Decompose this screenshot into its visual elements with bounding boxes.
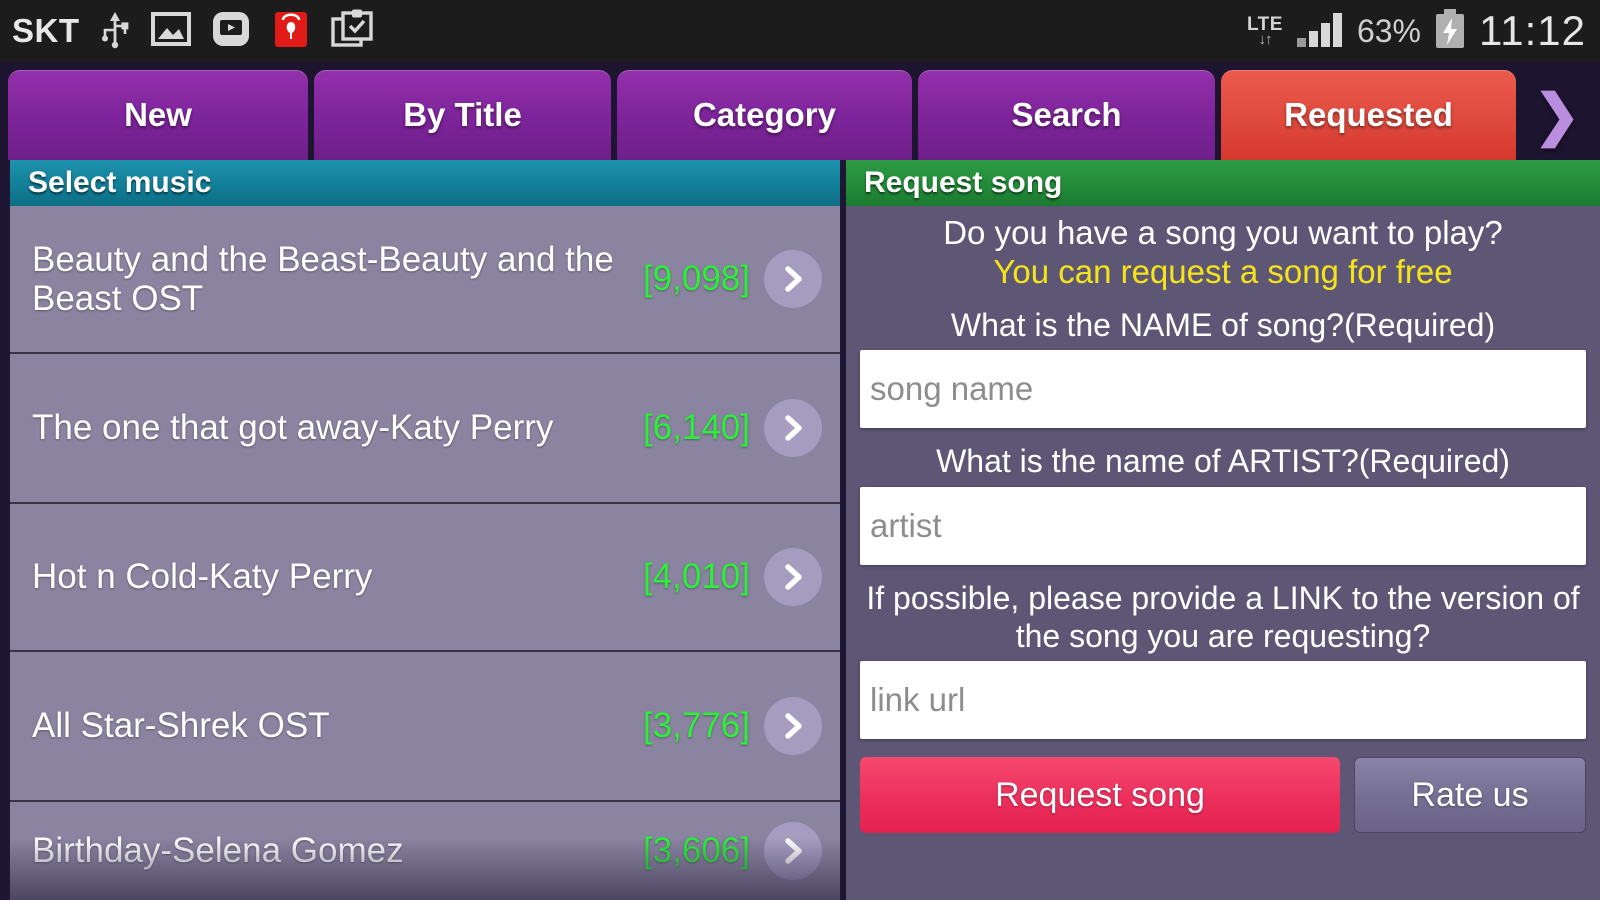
lead-question: Do you have a song you want to play? (943, 214, 1503, 251)
song-request-count: [3,776] (642, 706, 750, 745)
list-item[interactable]: Hot n Cold-Katy Perry [4,010] (10, 504, 840, 652)
song-title: Beauty and the Beast-Beauty and the Beas… (32, 239, 614, 318)
form-actions: Request song Rate us (860, 757, 1586, 834)
song-request-count: [6,140] (642, 408, 750, 447)
link-url-label: If possible, please provide a LINK to th… (866, 579, 1580, 655)
chevron-right-icon[interactable]: ❯ (1522, 70, 1592, 160)
request-song-button[interactable]: Request song (860, 757, 1340, 834)
song-request-count: [9,098] (642, 259, 750, 298)
request-song-header: Request song (846, 160, 1600, 206)
song-title: Hot n Cold-Katy Perry (32, 557, 373, 597)
status-bar-left: SKT (0, 8, 374, 55)
clock-label: 11:12 (1479, 7, 1586, 54)
screenshot-image-icon (150, 9, 192, 54)
go-chevron-icon[interactable] (764, 548, 822, 606)
tab-by-title[interactable]: By Title (314, 70, 611, 160)
list-item[interactable]: Beauty and the Beast-Beauty and the Beas… (10, 206, 840, 354)
list-item[interactable]: The one that got away-Katy Perry [6,140] (10, 354, 840, 504)
tab-requested[interactable]: Requested (1221, 70, 1516, 160)
clipboard-check-icon (330, 9, 374, 54)
song-title: Birthday-Selena Gomez (32, 831, 404, 871)
tab-category[interactable]: Category (617, 70, 912, 160)
tab-new[interactable]: New (8, 70, 308, 160)
status-bar-right: LTE ↓↑ 63% 11:12 (1247, 7, 1600, 55)
song-list[interactable]: Beauty and the Beast-Beauty and the Beas… (10, 206, 840, 900)
usb-icon (98, 9, 132, 54)
lte-indicator: LTE ↓↑ (1247, 15, 1283, 47)
select-music-panel: Select music Beauty and the Beast-Beauty… (0, 160, 840, 900)
link-url-input[interactable] (860, 661, 1586, 740)
go-chevron-icon[interactable] (764, 250, 822, 308)
tab-search[interactable]: Search (918, 70, 1215, 160)
song-request-count: [4,010] (642, 557, 750, 596)
artist-name-label: What is the name of ARTIST?(Required) (936, 443, 1510, 480)
request-form: Do you have a song you want to play? You… (846, 206, 1600, 900)
content-area: Select music Beauty and the Beast-Beauty… (0, 160, 1600, 900)
battery-percent-label: 63% (1356, 12, 1421, 49)
rate-us-button[interactable]: Rate us (1354, 757, 1586, 834)
select-music-header: Select music (10, 160, 840, 206)
go-chevron-icon[interactable] (764, 822, 822, 880)
signal-bars-icon (1295, 9, 1345, 54)
app-root: SKT LTE ↓↑ 63% 11:12 New By Title Catego… (0, 0, 1600, 900)
song-name-label: What is the NAME of song?(Required) (950, 306, 1496, 343)
list-item[interactable]: All Star-Shrek OST [3,776] (10, 652, 840, 802)
artist-name-input[interactable] (860, 486, 1586, 565)
red-shopping-bag-icon (270, 8, 312, 55)
list-item[interactable]: Birthday-Selena Gomez [3,606] (10, 802, 840, 900)
status-bar: SKT LTE ↓↑ 63% 11:12 (0, 0, 1600, 62)
song-title: All Star-Shrek OST (32, 706, 330, 746)
lead-free-note: You can request a song for free (993, 252, 1453, 290)
data-transfer-arrows-icon: ↓↑ (1258, 31, 1272, 48)
song-name-input[interactable] (860, 350, 1586, 429)
go-chevron-icon[interactable] (764, 399, 822, 457)
media-player-icon (210, 9, 252, 54)
request-song-panel: Request song Do you have a song you want… (840, 160, 1600, 900)
go-chevron-icon[interactable] (764, 697, 822, 755)
battery-charging-icon (1433, 8, 1467, 55)
tab-bar: New By Title Category Search Requested ❯ (0, 62, 1600, 160)
song-request-count: [3,606] (642, 831, 750, 870)
carrier-label: SKT (12, 12, 80, 49)
song-title: The one that got away-Katy Perry (32, 408, 554, 448)
